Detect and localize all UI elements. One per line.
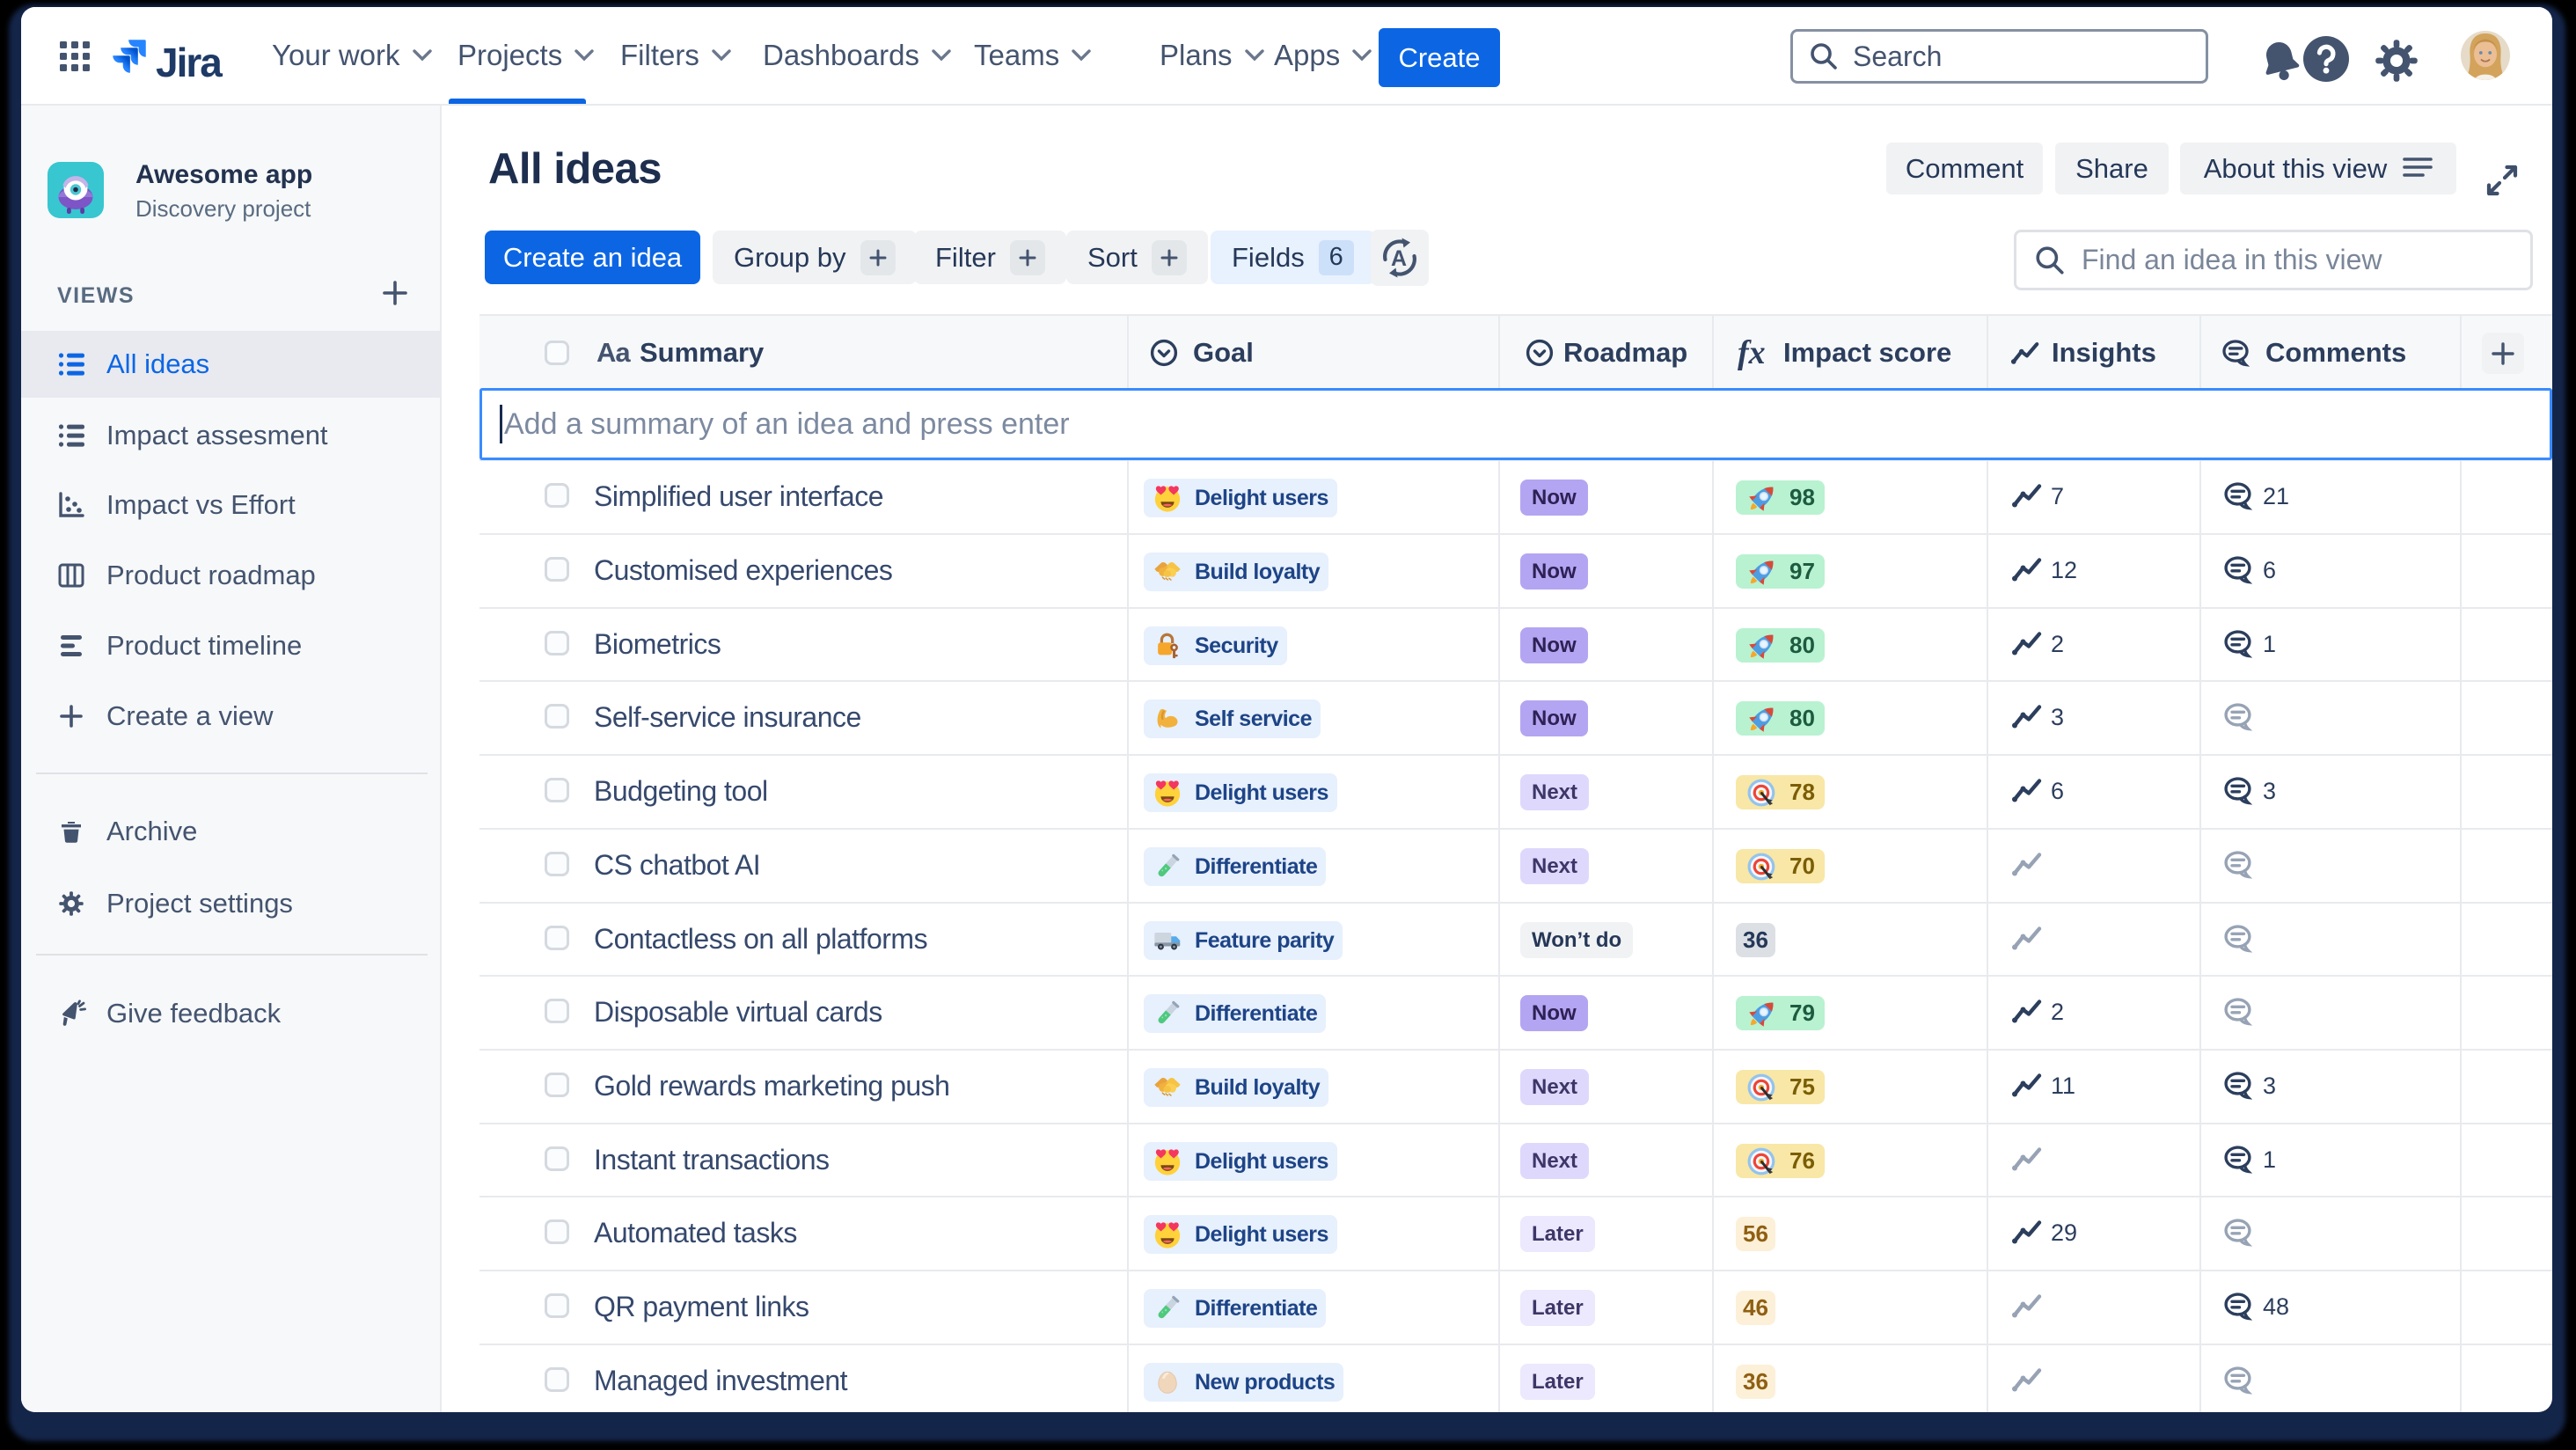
svg-text:A: A xyxy=(1391,246,1407,271)
